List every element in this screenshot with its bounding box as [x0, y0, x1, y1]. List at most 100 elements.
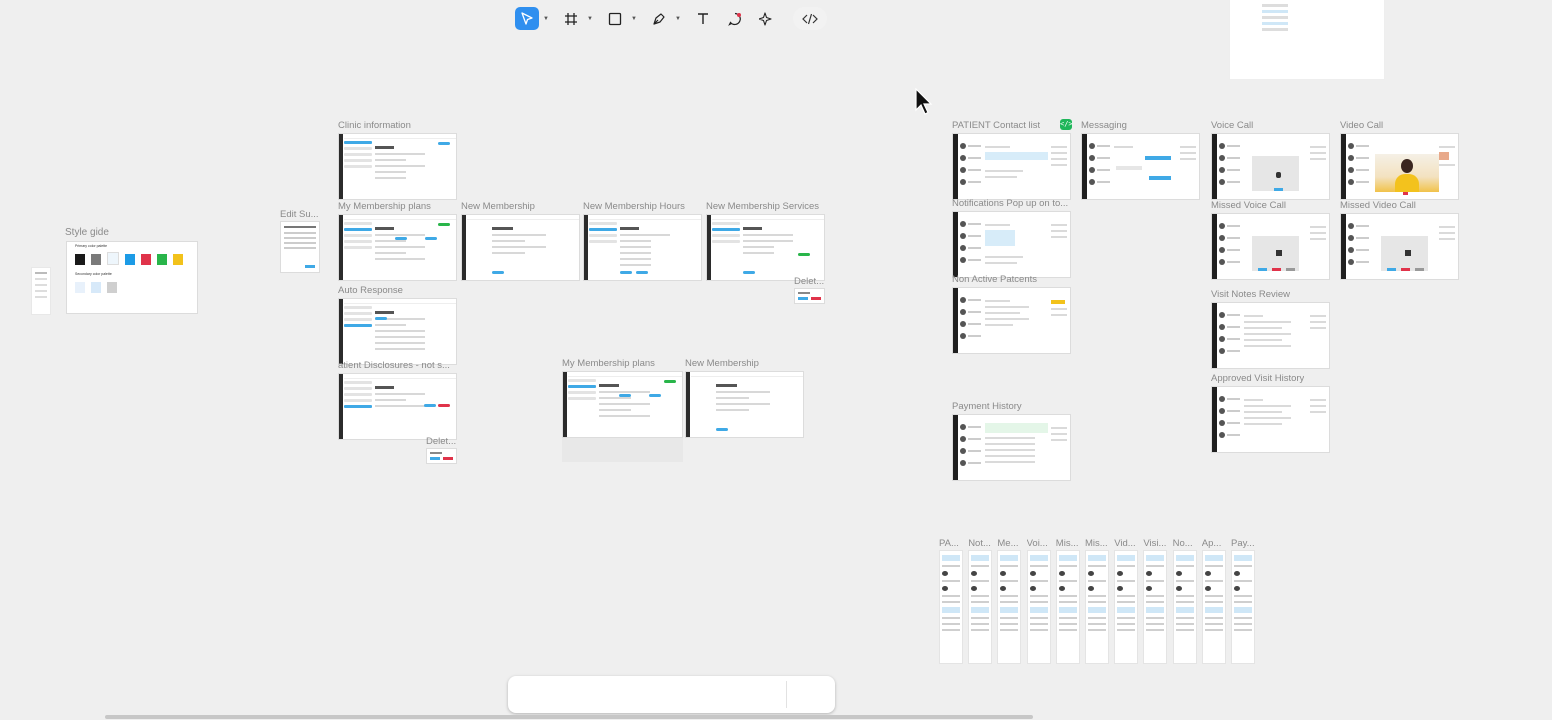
secondary-color-swatch: [91, 282, 101, 293]
frame-edit-su[interactable]: [280, 221, 320, 273]
mobile-frame[interactable]: [997, 550, 1022, 664]
frame-label-delet-1: Delet...: [794, 276, 825, 287]
frame-approved-visit-history[interactable]: [1211, 386, 1330, 453]
text-t-icon: [698, 12, 708, 24]
code-brackets-icon: [802, 13, 818, 24]
frame-style-guide[interactable]: Primary color palette Secondary color pa…: [66, 241, 198, 314]
frame-label-voice-call: Voice Call: [1211, 120, 1254, 131]
mobile-frame-label: Mis...: [1085, 538, 1108, 549]
frame-clinic-information[interactable]: [338, 133, 457, 200]
text-tool-button[interactable]: [692, 7, 714, 30]
frame-small-left[interactable]: [31, 267, 51, 315]
shape-tool-chevron-down-icon[interactable]: ▼: [631, 16, 637, 22]
frame-label-new-membership-services: New Membership Services: [706, 201, 819, 212]
primary-color-swatch: [91, 254, 101, 265]
frame-label-payment-history: Payment History: [952, 401, 1022, 412]
pen-tool-button[interactable]: [648, 7, 670, 30]
primary-color-swatch: [173, 254, 183, 265]
secondary-color-swatch: [107, 282, 117, 293]
mobile-frame[interactable]: [1026, 550, 1051, 664]
frame-non-active-patients[interactable]: [952, 287, 1071, 354]
frame-voice-call[interactable]: [1211, 133, 1330, 200]
video-feed-thumbnail: [1375, 154, 1439, 192]
move-tool-chevron-down-icon[interactable]: ▼: [543, 16, 549, 22]
mobile-frame-label: Vid...: [1114, 538, 1136, 549]
frame-video-call[interactable]: [1340, 133, 1459, 200]
mobile-frame-label: Pay...: [1231, 538, 1255, 549]
frame-new-membership[interactable]: [461, 214, 580, 281]
frame-notifications-popup[interactable]: [952, 211, 1071, 278]
frame-new-membership-hours[interactable]: [583, 214, 702, 281]
frame-label-auto-response: Auto Response: [338, 285, 403, 296]
frame-label-video-call: Video Call: [1340, 120, 1384, 131]
mobile-frame[interactable]: [1114, 550, 1139, 664]
frame-auto-response[interactable]: [338, 298, 457, 365]
frame-shadow-placeholder: [562, 438, 683, 462]
frame-new-membership-2[interactable]: [685, 371, 804, 438]
frame-label-notifications-popup: Notifications Pop up on to...: [952, 198, 1069, 209]
cursor-arrow-icon: [521, 11, 533, 25]
frame-visit-notes-review[interactable]: [1211, 302, 1330, 369]
frame-messaging[interactable]: [1081, 133, 1200, 200]
move-tool-button[interactable]: [515, 7, 539, 30]
design-canvas[interactable]: Style gide Primary color palette Seconda…: [0, 0, 1552, 720]
frame-label-visit-notes-review: Visit Notes Review: [1211, 289, 1291, 300]
frame-patient-disclosures[interactable]: [338, 373, 457, 440]
primary-palette: [75, 252, 189, 270]
ai-tool-button[interactable]: [755, 7, 777, 30]
dev-mode-badge[interactable]: </>: [1060, 119, 1073, 130]
frame-thumb-content: [1262, 1, 1288, 45]
mobile-frame[interactable]: [1055, 550, 1080, 664]
mouse-cursor-icon: [915, 88, 933, 115]
shape-tool-button[interactable]: [604, 7, 626, 30]
frame-tool-button[interactable]: [560, 7, 582, 30]
frame-delet-1[interactable]: [794, 288, 825, 304]
frame-label-style-gide: Style gide: [65, 227, 109, 238]
secondary-palette: [75, 280, 123, 298]
secondary-color-swatch: [75, 282, 85, 293]
mobile-frame-label: PA...: [939, 538, 959, 549]
secondary-palette-title: Secondary color palette: [75, 272, 112, 276]
frame-patient-contact-list[interactable]: [952, 133, 1071, 200]
mobile-frame-label: Visi...: [1143, 538, 1167, 549]
frame-my-membership-plans[interactable]: [338, 214, 457, 281]
frame-label-new-membership-2: New Membership: [685, 358, 759, 369]
comment-tool-button[interactable]: [724, 7, 746, 30]
pen-tool-chevron-down-icon[interactable]: ▼: [675, 16, 681, 22]
toolbar-divider: [786, 681, 787, 708]
mobile-frame[interactable]: [1172, 550, 1197, 664]
frame-missed-voice-call[interactable]: [1211, 213, 1330, 280]
horizontal-scrollbar[interactable]: [105, 715, 1033, 719]
mobile-frame[interactable]: [1143, 550, 1168, 664]
mobile-frame[interactable]: [1085, 550, 1109, 664]
frame-missed-video-call[interactable]: [1340, 213, 1459, 280]
dev-mode-toggle[interactable]: [793, 7, 827, 30]
frame-delet-2[interactable]: [426, 448, 457, 464]
frame-label-patient-contact-list: PATIENT Contact list: [952, 120, 1041, 131]
mobile-frame-label: Me...: [997, 538, 1019, 549]
frame-partial-top[interactable]: [1229, 0, 1385, 80]
frame-tool-chevron-down-icon[interactable]: ▼: [587, 16, 593, 22]
primary-color-swatch: [141, 254, 151, 265]
mobile-frame[interactable]: [1201, 550, 1226, 664]
frame-label-edit-su: Edit Su...: [280, 209, 319, 220]
frame-payment-history[interactable]: [952, 414, 1071, 481]
primary-color-swatch: [75, 254, 85, 265]
primary-color-swatch: [107, 252, 119, 265]
mobile-frame[interactable]: [1231, 550, 1255, 664]
frame-label-my-membership-plans: My Membership plans: [338, 201, 431, 212]
frame-label-clinic-information: Clinic information: [338, 120, 411, 131]
comment-bubble-icon: [728, 12, 741, 26]
mobile-frame-label: Voi...: [1026, 538, 1048, 549]
mobile-frame-label: No...: [1172, 538, 1193, 549]
mobile-frame[interactable]: [968, 550, 993, 664]
frame-label-missed-voice-call: Missed Voice Call: [1211, 200, 1286, 211]
mobile-frame[interactable]: [939, 550, 963, 664]
frame-my-membership-plans-2[interactable]: [562, 371, 683, 438]
frame-label-new-membership: New Membership: [461, 201, 535, 212]
mobile-frame-label: Ap...: [1201, 538, 1222, 549]
mobile-frame-label: Mis...: [1055, 538, 1079, 549]
rectangle-icon: [608, 12, 622, 25]
primary-color-swatch: [157, 254, 167, 265]
frame-new-membership-services[interactable]: [706, 214, 825, 281]
